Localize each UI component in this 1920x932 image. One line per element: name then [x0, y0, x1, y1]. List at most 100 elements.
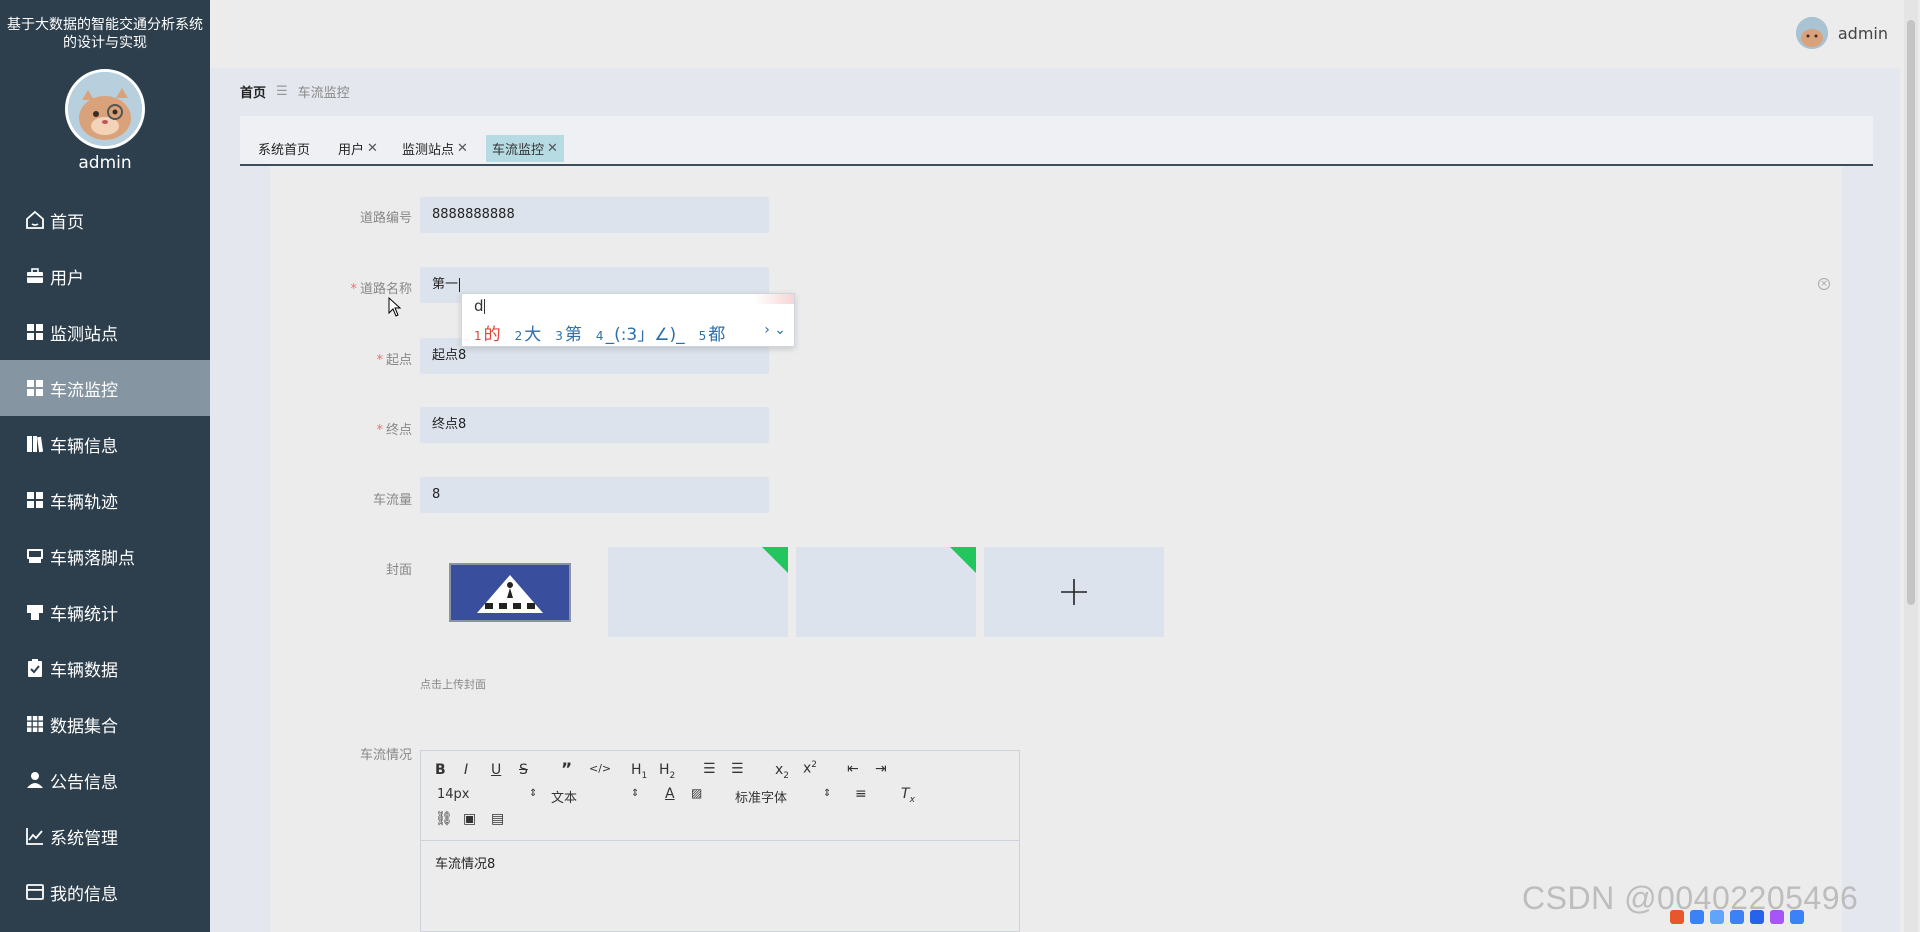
- heading2-icon[interactable]: H2: [659, 762, 675, 781]
- clipboard-check-icon: [24, 657, 46, 679]
- blockquote-icon[interactable]: ”: [561, 760, 572, 780]
- strikethrough-icon[interactable]: S: [519, 762, 528, 778]
- sidebar-item-dataset[interactable]: 数据集合: [0, 696, 210, 752]
- table-grid-icon: [24, 713, 46, 735]
- system-title: 基于大数据的智能交通分析系统的设计与实现: [7, 17, 203, 51]
- cover-thumbnail[interactable]: [449, 563, 571, 622]
- mouse-pointer-icon: [388, 297, 402, 317]
- tab-system-home[interactable]: 系统首页: [252, 135, 316, 162]
- select-arrow-icon: ⇕: [631, 788, 640, 799]
- top-user-menu[interactable]: admin: [1795, 17, 1888, 49]
- plus-icon: [1061, 579, 1087, 605]
- upload-success-badge: [950, 547, 976, 573]
- sidebar-item-vehicle-info[interactable]: 车辆信息: [0, 416, 210, 472]
- tools-icon[interactable]: [1790, 910, 1804, 924]
- font-color-icon[interactable]: A: [665, 786, 675, 802]
- end-input[interactable]: 终点8: [420, 407, 769, 443]
- road-name-label: * 道路名称: [350, 282, 412, 297]
- link-icon[interactable]: ⛓: [435, 811, 453, 827]
- skin-icon[interactable]: [1770, 910, 1784, 924]
- keyboard-icon[interactable]: [1750, 910, 1764, 924]
- ime-next-page-icon[interactable]: › ⌄: [764, 322, 786, 338]
- user-icon: [24, 769, 46, 791]
- cover-label: 封面: [385, 563, 412, 578]
- sidebar-item-my-info[interactable]: 我的信息: [0, 864, 210, 920]
- ime-candidate[interactable]: 3第: [555, 320, 582, 345]
- ordered-list-icon[interactable]: ☰: [703, 761, 716, 777]
- underline-icon[interactable]: U: [491, 762, 501, 778]
- top-bar: admin: [210, 0, 1900, 68]
- upload-success-badge: [762, 547, 788, 573]
- road-no-input[interactable]: 8888888888: [420, 197, 769, 233]
- ime-candidate[interactable]: 2大: [515, 320, 542, 345]
- close-icon[interactable]: ✕: [367, 141, 378, 156]
- sidebar-item-vehicle-stop[interactable]: 车辆落脚点: [0, 528, 210, 584]
- close-icon[interactable]: ✕: [457, 141, 468, 156]
- sidebar-item-label: 监测站点: [50, 324, 118, 345]
- sidebar-item-traffic-monitor[interactable]: 车流监控: [0, 360, 210, 416]
- grid-icon: [24, 489, 46, 511]
- video-icon[interactable]: ▤: [491, 811, 504, 827]
- sidebar-item-stations[interactable]: 监测站点: [0, 304, 210, 360]
- clear-format-icon[interactable]: Tx: [901, 786, 915, 805]
- upload-tile[interactable]: [796, 547, 976, 637]
- sidebar-item-label: 车辆落脚点: [50, 548, 135, 569]
- tab-stations[interactable]: 监测站点 ✕: [396, 135, 474, 162]
- sidebar-item-home[interactable]: 首页: [0, 192, 210, 248]
- ime-candidate-list: 1的 2大 3第 4 _(:3」∠)_ 5都: [474, 320, 725, 345]
- scrollbar-thumb[interactable]: [1907, 20, 1915, 605]
- sidebar-item-vehicle-track[interactable]: 车辆轨迹: [0, 472, 210, 528]
- font-family-select[interactable]: 标准字体 ⇕: [735, 787, 835, 806]
- punctuation-icon[interactable]: [1710, 910, 1724, 924]
- sidebar-item-vehicle-data[interactable]: 车辆数据: [0, 640, 210, 696]
- code-icon[interactable]: </>: [589, 762, 611, 775]
- breadcrumb-separator-icon: ☰: [276, 84, 288, 99]
- bullet-list-icon[interactable]: ☰: [731, 761, 744, 777]
- chinese-mode-icon[interactable]: [1690, 910, 1704, 924]
- subscript-icon[interactable]: x2: [775, 762, 789, 781]
- id-card-icon: [24, 881, 46, 903]
- sidebar-item-label: 用户: [50, 268, 84, 289]
- sidebar-item-label: 车辆数据: [50, 660, 118, 681]
- top-username: admin: [1837, 23, 1888, 43]
- sidebar-item-system[interactable]: 系统管理: [0, 808, 210, 864]
- upload-add-button[interactable]: [984, 547, 1164, 637]
- ime-candidate[interactable]: 4 _(:3」∠)_: [596, 320, 685, 345]
- italic-icon[interactable]: I: [464, 762, 468, 778]
- image-icon[interactable]: ▣: [463, 811, 476, 827]
- sidebar-item-label: 车辆统计: [50, 604, 118, 625]
- sidebar-item-announcements[interactable]: 公告信息: [0, 752, 210, 808]
- indent-icon[interactable]: ⇥: [875, 761, 887, 777]
- page-scrollbar[interactable]: [1904, 0, 1918, 932]
- outdent-icon[interactable]: ⇤: [847, 761, 859, 777]
- sogou-icon[interactable]: [1670, 910, 1684, 924]
- heading1-icon[interactable]: H1: [631, 762, 647, 781]
- tab-users[interactable]: 用户 ✕: [332, 135, 384, 162]
- breadcrumb-home[interactable]: 首页: [240, 82, 266, 101]
- background-color-icon[interactable]: ▨: [691, 786, 702, 800]
- tab-traffic-monitor[interactable]: 车流监控 ✕: [486, 135, 564, 162]
- sidebar-avatar[interactable]: [65, 69, 145, 149]
- editor-content[interactable]: 车流情况8: [421, 841, 1019, 884]
- editor-toolbar: B I U S ” </> H1 H2 ☰ ☰ x2 x2 ⇤ ⇥ 14px ⇕ …: [421, 751, 1019, 841]
- flow-input[interactable]: 8: [420, 477, 769, 513]
- sidebar-item-label: 车辆信息: [50, 436, 118, 457]
- rich-text-editor[interactable]: B I U S ” </> H1 H2 ☰ ☰ x2 x2 ⇤ ⇥ 14px ⇕ …: [420, 750, 1020, 932]
- sidebar-item-users[interactable]: 用户: [0, 248, 210, 304]
- avatar[interactable]: [1795, 17, 1828, 49]
- sidebar-item-label: 车辆轨迹: [50, 492, 118, 513]
- superscript-icon[interactable]: x2: [803, 760, 817, 777]
- sidebar-menu: 首页 用户 监测站点 车流监控 车辆信息 车辆轨迹 车辆落脚点 车辆统计 车辆数…: [0, 192, 210, 920]
- align-icon[interactable]: ≡: [855, 786, 867, 802]
- sidebar-item-vehicle-stats[interactable]: 车辆统计: [0, 584, 210, 640]
- ime-candidate[interactable]: 5都: [699, 320, 726, 345]
- font-size-select[interactable]: 14px ⇕: [437, 787, 537, 802]
- block-type-select[interactable]: 文本 ⇕: [551, 787, 641, 806]
- bold-icon[interactable]: B: [435, 762, 446, 778]
- ime-candidate[interactable]: 1的: [474, 320, 501, 345]
- close-icon[interactable]: ✕: [547, 141, 558, 156]
- upload-tile[interactable]: [608, 547, 788, 637]
- clear-icon[interactable]: ×: [1818, 278, 1830, 290]
- microphone-icon[interactable]: [1730, 910, 1744, 924]
- tab-label: 车流监控: [492, 143, 545, 158]
